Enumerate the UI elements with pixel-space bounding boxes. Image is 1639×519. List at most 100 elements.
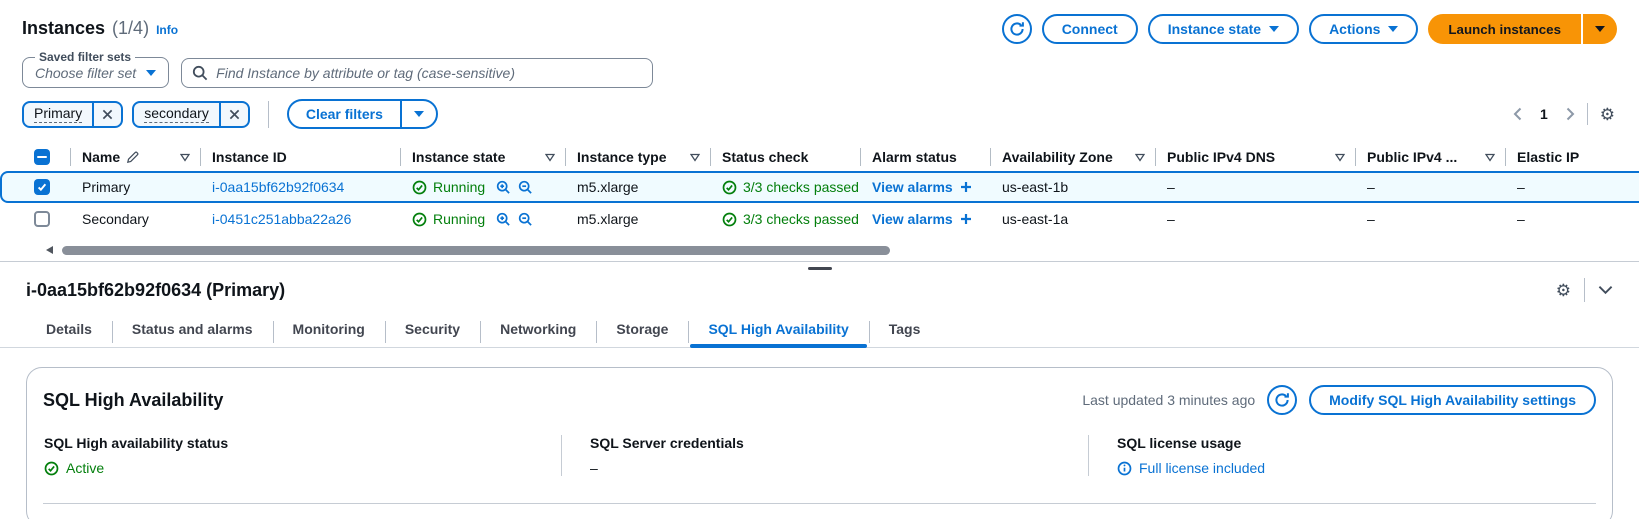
clear-filters-button[interactable]: Clear filters [289,101,400,127]
launch-instances-caret-button[interactable] [1583,14,1617,44]
refresh-button[interactable] [1002,14,1032,44]
check-circle-icon [412,212,427,227]
sort-icon[interactable] [1135,153,1145,162]
filter-zoom-out-icon[interactable] [518,180,533,195]
field-sql-credentials: SQL Server credentials – [561,435,1088,476]
detail-tabs: Details Status and alarms Monitoring Sec… [0,311,1639,348]
detail-panel-header: i-0aa15bf62b92f0634 (Primary) ⚙ [0,270,1639,302]
clear-filters-caret-button[interactable] [400,101,436,127]
field-ha-status: SQL High availability status Active [43,435,561,476]
plus-icon [960,181,972,193]
close-icon[interactable] [219,103,248,126]
tab-details[interactable]: Details [26,311,112,347]
select-all-checkbox[interactable] [34,149,50,165]
tab-networking[interactable]: Networking [480,311,596,347]
column-header-instance-type[interactable]: Instance type [565,143,710,171]
column-header-availability-zone[interactable]: Availability Zone [990,143,1155,171]
next-page-icon[interactable] [1566,107,1575,121]
divider [1584,278,1585,302]
az-cell: us-east-1a [990,211,1155,227]
card-title: SQL High Availability [43,390,223,411]
plus-icon [960,213,972,225]
last-updated-text: Last updated 3 minutes ago [1082,392,1255,408]
column-header-instance-id[interactable]: Instance ID [200,143,400,171]
column-header-public-ipv4-dns[interactable]: Public IPv4 DNS [1155,143,1355,171]
tab-monitoring[interactable]: Monitoring [273,311,385,347]
actions-label: Actions [1329,21,1380,37]
public-dns-cell: – [1155,179,1355,195]
filter-zoom-in-icon[interactable] [496,212,511,227]
tab-status-and-alarms[interactable]: Status and alarms [112,311,273,347]
chevron-down-icon [1388,26,1398,32]
close-icon[interactable] [92,103,121,126]
actions-dropdown[interactable]: Actions [1309,14,1418,44]
launch-instances-split-button: Launch instances [1428,14,1617,44]
page-header: Instances (1/4) Info Connect Instance st… [0,0,1639,44]
instances-table: Name Instance ID Instance state Instance… [0,143,1639,235]
tab-sql-high-availability[interactable]: SQL High Availability [688,311,868,347]
info-icon [1117,461,1132,476]
column-header-status-check[interactable]: Status check [710,143,860,171]
filter-set-value: Choose filter set [35,65,136,81]
pagination: 1 ⚙ [1513,103,1617,125]
row-checkbox[interactable] [34,179,50,195]
sort-icon[interactable] [1335,153,1345,162]
instance-state-value: Running [412,179,485,195]
scrollbar-thumb[interactable] [62,246,890,255]
sort-icon[interactable] [690,153,700,162]
license-usage-link[interactable]: Full license included [1139,460,1265,476]
page-number[interactable]: 1 [1540,106,1548,122]
row-checkbox[interactable] [34,211,50,227]
sort-icon[interactable] [1485,153,1495,162]
filter-chip-primary: Primary [22,101,123,128]
instance-id-link[interactable]: i-0451c251abba22a26 [212,211,351,227]
filter-chip-secondary: secondary [132,101,250,128]
chevron-down-icon [1269,26,1279,32]
sort-icon[interactable] [180,153,190,162]
collapse-panel-icon[interactable] [1598,285,1613,295]
column-header-public-ipv4[interactable]: Public IPv4 ... [1355,143,1505,171]
sql-high-availability-card: SQL High Availability Last updated 3 min… [26,367,1613,519]
previous-page-icon[interactable] [1513,107,1522,121]
column-header-name[interactable]: Name [70,143,200,171]
filter-zoom-in-icon[interactable] [496,180,511,195]
tab-security[interactable]: Security [385,311,480,347]
public-ip-cell: – [1355,211,1505,227]
table-row[interactable]: Secondary i-0451c251abba22a26 Running m5… [0,203,1639,235]
instance-state-dropdown[interactable]: Instance state [1148,14,1299,44]
status-check-value: 3/3 checks passed [722,211,859,227]
column-header-instance-state[interactable]: Instance state [400,143,565,171]
check-circle-icon [412,180,427,195]
table-row[interactable]: Primary i-0aa15bf62b92f0634 Running m5.x… [0,171,1639,203]
filter-zoom-out-icon[interactable] [518,212,533,227]
scroll-left-icon[interactable] [46,246,53,254]
name-cell: Primary [70,179,200,195]
info-link[interactable]: Info [156,23,178,37]
gear-icon[interactable]: ⚙ [1600,106,1615,123]
table-header-row: Name Instance ID Instance state Instance… [0,143,1639,171]
search-box [181,58,653,88]
elastic-ip-cell: – [1505,211,1639,227]
search-input[interactable] [181,58,653,88]
detail-title: i-0aa15bf62b92f0634 (Primary) [26,280,285,301]
tab-tags[interactable]: Tags [869,311,941,347]
check-circle-icon [44,461,59,476]
divider [1587,103,1588,125]
modify-settings-button[interactable]: Modify SQL High Availability settings [1309,385,1596,415]
column-header-elastic-ip[interactable]: Elastic IP [1505,143,1639,171]
column-header-alarm-status[interactable]: Alarm status [860,143,990,171]
gear-icon[interactable]: ⚙ [1556,282,1571,299]
card-refresh-button[interactable] [1267,385,1297,415]
check-circle-icon [722,212,737,227]
sort-icon[interactable] [545,153,555,162]
edit-icon [126,151,139,164]
connect-button[interactable]: Connect [1042,14,1138,44]
view-alarms-link[interactable]: View alarms [872,179,972,195]
saved-filter-set-dropdown[interactable]: Saved filter sets Choose filter set [22,50,169,88]
instance-id-link[interactable]: i-0aa15bf62b92f0634 [212,179,344,195]
launch-instances-button[interactable]: Launch instances [1428,14,1581,44]
view-alarms-link[interactable]: View alarms [872,211,972,227]
select-all-checkbox-cell [0,143,70,171]
header-actions: Connect Instance state Actions Launch in… [1002,14,1617,44]
tab-storage[interactable]: Storage [596,311,688,347]
